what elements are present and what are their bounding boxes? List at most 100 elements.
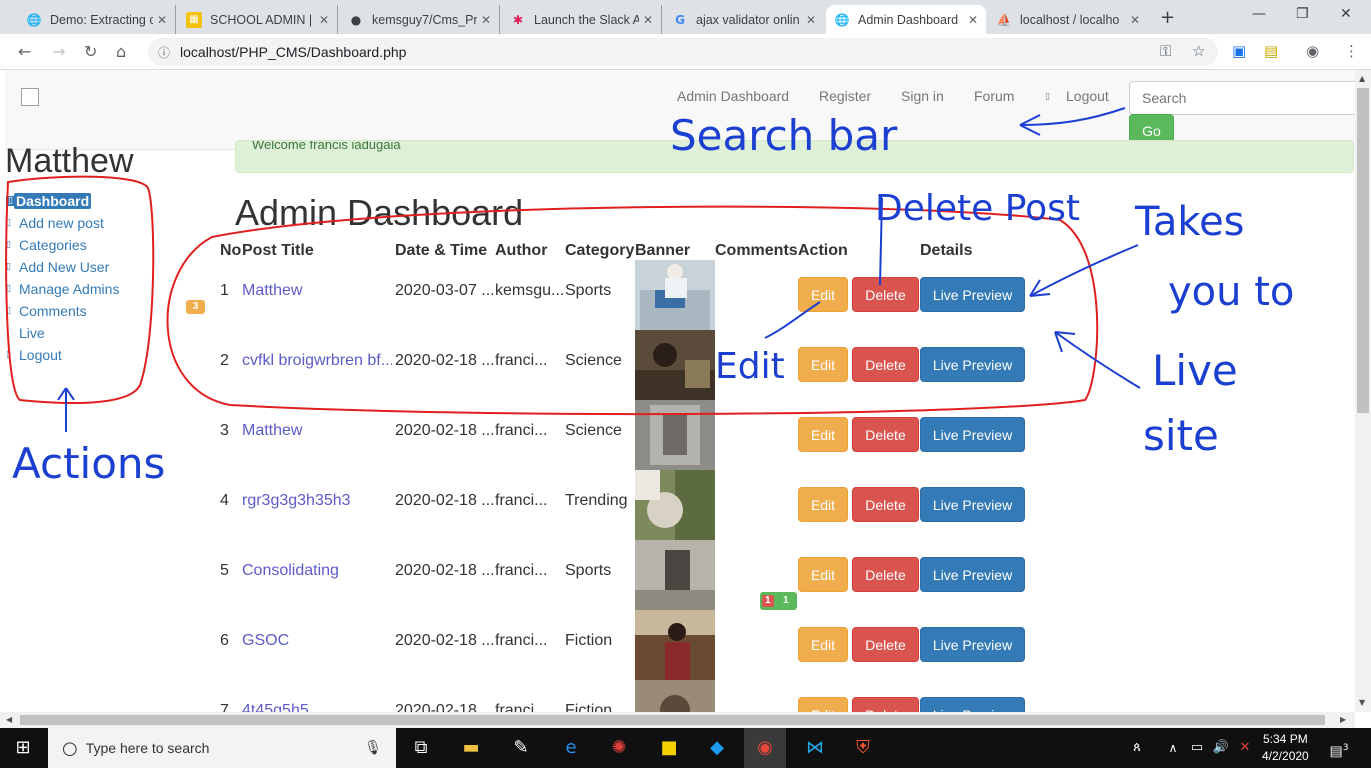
brave-icon[interactable]: ⛨: [850, 735, 876, 761]
reload-button[interactable]: ↻: [84, 42, 97, 61]
browser-tab[interactable]: ▦ SCHOOL ADMIN | ✕: [178, 5, 338, 34]
task-view-icon[interactable]: ⧉: [408, 735, 434, 761]
people-icon[interactable]: ጰ: [1124, 735, 1150, 761]
windows-start-icon[interactable]: ⊞: [10, 735, 36, 761]
sidebar-item-add-new-post[interactable]: ▯ Add new post: [6, 212, 186, 234]
close-icon[interactable]: ✕: [643, 13, 653, 27]
edit-button[interactable]: Edit: [798, 557, 848, 592]
edit-button[interactable]: Edit: [798, 697, 848, 712]
close-icon[interactable]: ✕: [1130, 13, 1140, 27]
paint-icon[interactable]: ✎: [508, 735, 534, 761]
live-preview-button[interactable]: Live Preview: [920, 417, 1025, 452]
live-preview-button[interactable]: Live Preview: [920, 347, 1025, 382]
profile-avatar[interactable]: ◉: [1306, 42, 1319, 60]
browser-tab[interactable]: 🌐 Demo: Extracting c ✕: [18, 5, 176, 34]
sidebar-item-logout[interactable]: ▯ Logout: [6, 344, 186, 366]
horizontal-scrollbar[interactable]: ◀ ▶: [0, 712, 1355, 728]
sidebar-item-categories[interactable]: ▯ Categories: [6, 234, 186, 256]
taskbar-clock[interactable]: 5:34 PM 4/2/2020: [1262, 731, 1309, 765]
browser-tab-active[interactable]: 🌐 Admin Dashboard ✕: [826, 5, 986, 34]
close-icon[interactable]: ✕: [806, 13, 816, 27]
back-button[interactable]: ←: [18, 42, 31, 61]
forward-button[interactable]: →: [52, 42, 65, 61]
info-icon[interactable]: ⓘ: [158, 44, 170, 61]
live-preview-button[interactable]: Live Preview: [920, 487, 1025, 522]
delete-button[interactable]: Delete: [852, 277, 919, 312]
delete-button[interactable]: Delete: [852, 417, 919, 452]
menu-icon[interactable]: ⋮: [1344, 42, 1359, 60]
edit-button[interactable]: Edit: [798, 277, 848, 312]
sidebar-item-live[interactable]: Live: [6, 322, 186, 344]
post-title-link[interactable]: Matthew: [242, 282, 392, 300]
nav-logout[interactable]: Logout: [1066, 88, 1109, 104]
sticky-notes-icon[interactable]: ■: [656, 735, 682, 761]
key-icon[interactable]: ⚿: [1160, 42, 1171, 60]
microphone-icon[interactable]: 🎙: [364, 740, 382, 756]
scroll-up-arrow[interactable]: ▲: [1359, 74, 1365, 83]
network-icon[interactable]: ✕: [1232, 735, 1258, 761]
battery-icon[interactable]: ▭: [1184, 735, 1210, 761]
show-hidden-icons[interactable]: ∧: [1160, 735, 1186, 761]
browser-tab[interactable]: ⛵ localhost / localho ✕: [988, 5, 1148, 34]
delete-button[interactable]: Delete: [852, 557, 919, 592]
file-explorer-icon[interactable]: ▬: [458, 735, 484, 761]
minimize-button[interactable]: —: [1252, 6, 1266, 22]
close-icon[interactable]: ✕: [157, 13, 167, 27]
live-preview-button[interactable]: Live Preview: [920, 277, 1025, 312]
live-preview-button[interactable]: Live Preview: [920, 697, 1025, 712]
post-title-link[interactable]: Consolidating: [242, 562, 392, 580]
broken-logo-image[interactable]: [21, 88, 39, 106]
new-tab-button[interactable]: +: [1160, 7, 1175, 28]
restore-button[interactable]: ❐: [1296, 6, 1309, 22]
nav-admin-dashboard[interactable]: Admin Dashboard: [677, 88, 789, 104]
edit-button[interactable]: Edit: [798, 347, 848, 382]
app-icon[interactable]: ✺: [606, 735, 632, 761]
sidebar-item-dashboard[interactable]: ▯ Dashboard: [6, 190, 186, 212]
sidebar-item-add-new-user[interactable]: ▯ Add New User: [6, 256, 186, 278]
address-bar[interactable]: ⓘ localhost/PHP_CMS/Dashboard.php: [148, 38, 1218, 66]
nav-forum[interactable]: Forum: [974, 88, 1014, 104]
home-button[interactable]: ⌂: [116, 42, 126, 61]
browser-tab[interactable]: G ajax validator onlin ✕: [664, 5, 824, 34]
edit-button[interactable]: Edit: [798, 627, 848, 662]
post-title-link[interactable]: GSOC: [242, 632, 392, 650]
vertical-scrollbar[interactable]: ▲ ▼: [1355, 70, 1371, 712]
app-icon[interactable]: ◆: [704, 735, 730, 761]
edit-button[interactable]: Edit: [798, 487, 848, 522]
close-icon[interactable]: ✕: [481, 13, 491, 27]
scrollbar-thumb[interactable]: [1357, 88, 1369, 413]
scrollbar-thumb[interactable]: [20, 715, 1325, 725]
nav-sign-in[interactable]: Sign in: [901, 88, 944, 104]
window-close-button[interactable]: ✕: [1340, 6, 1352, 22]
delete-button[interactable]: Delete: [852, 347, 919, 382]
sidebar-item-manage-admins[interactable]: ▯ Manage Admins: [6, 278, 186, 300]
volume-icon[interactable]: 🔊: [1208, 735, 1234, 761]
nav-register[interactable]: Register: [819, 88, 871, 104]
post-title-link[interactable]: cvfkl broigwrbren bf...: [242, 352, 392, 370]
scroll-left-arrow[interactable]: ◀: [6, 715, 12, 724]
live-preview-button[interactable]: Live Preview: [920, 627, 1025, 662]
browser-tab[interactable]: ✱ Launch the Slack A ✕: [502, 5, 662, 34]
edge-icon[interactable]: e: [558, 735, 584, 761]
scroll-right-arrow[interactable]: ▶: [1340, 715, 1346, 724]
post-title-link[interactable]: rgr3g3g3h35h3: [242, 492, 392, 510]
live-preview-button[interactable]: Live Preview: [920, 557, 1025, 592]
post-title-link[interactable]: Matthew: [242, 422, 392, 440]
delete-button[interactable]: Delete: [852, 697, 919, 712]
bookmark-star-icon[interactable]: ☆: [1192, 42, 1205, 60]
notification-center-icon[interactable]: ▤3: [1326, 735, 1352, 761]
close-icon[interactable]: ✕: [968, 13, 978, 27]
delete-button[interactable]: Delete: [852, 627, 919, 662]
browser-tab[interactable]: ● kemsguy7/Cms_Pr ✕: [340, 5, 500, 34]
edit-button[interactable]: Edit: [798, 417, 848, 452]
vscode-icon[interactable]: ⋈: [802, 735, 828, 761]
delete-button[interactable]: Delete: [852, 487, 919, 522]
close-icon[interactable]: ✕: [319, 13, 329, 27]
search-input[interactable]: [1129, 81, 1355, 115]
taskbar-search[interactable]: ○ Type here to search 🎙: [48, 728, 396, 768]
post-title-link[interactable]: 4t45g5h5...: [242, 702, 392, 712]
sidebar-item-comments[interactable]: ▯ Comments: [6, 300, 186, 322]
scroll-down-arrow[interactable]: ▼: [1359, 698, 1365, 707]
extension-icon[interactable]: ▣: [1232, 42, 1246, 60]
chrome-icon[interactable]: ◉: [744, 728, 786, 768]
